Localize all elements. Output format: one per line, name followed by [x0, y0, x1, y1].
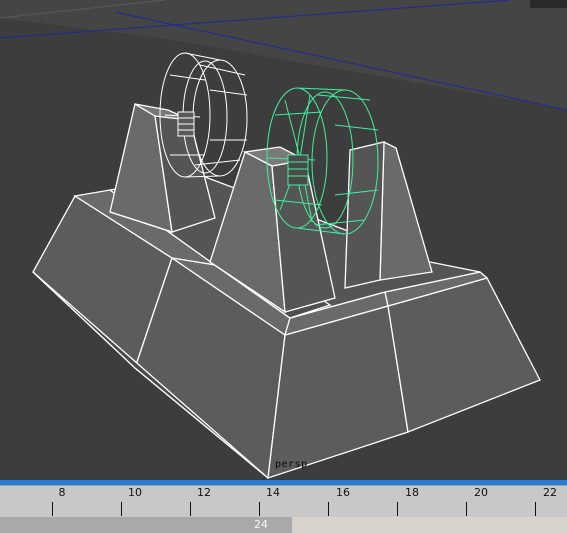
perspective-viewport[interactable]: persp [0, 0, 567, 480]
time-tick-label: 16 [336, 486, 350, 499]
time-tick-label: 22 [543, 486, 557, 499]
time-tick-mark [259, 502, 260, 516]
view-cube-fragment [530, 0, 567, 8]
time-tick-label: 12 [197, 486, 211, 499]
time-tick-mark [52, 502, 53, 516]
time-tick-mark [535, 502, 536, 516]
range-slider[interactable]: 24 [0, 517, 567, 533]
time-slider[interactable]: 8 10 12 14 16 18 20 22 [0, 485, 567, 518]
camera-label: persp [275, 459, 308, 470]
range-slider-handle[interactable] [292, 517, 567, 533]
time-tick-label: 20 [474, 486, 488, 499]
time-tick-mark [121, 502, 122, 516]
time-tick-label: 10 [128, 486, 142, 499]
range-slider-track[interactable] [0, 517, 292, 533]
range-end-label: 24 [254, 518, 268, 531]
time-tick-label: 18 [405, 486, 419, 499]
time-tick-mark [397, 502, 398, 516]
time-tick-mark [190, 502, 191, 516]
time-tick-mark [328, 502, 329, 516]
time-tick-mark [466, 502, 467, 516]
time-tick-label: 14 [266, 486, 280, 499]
time-tick-label: 8 [58, 486, 66, 499]
